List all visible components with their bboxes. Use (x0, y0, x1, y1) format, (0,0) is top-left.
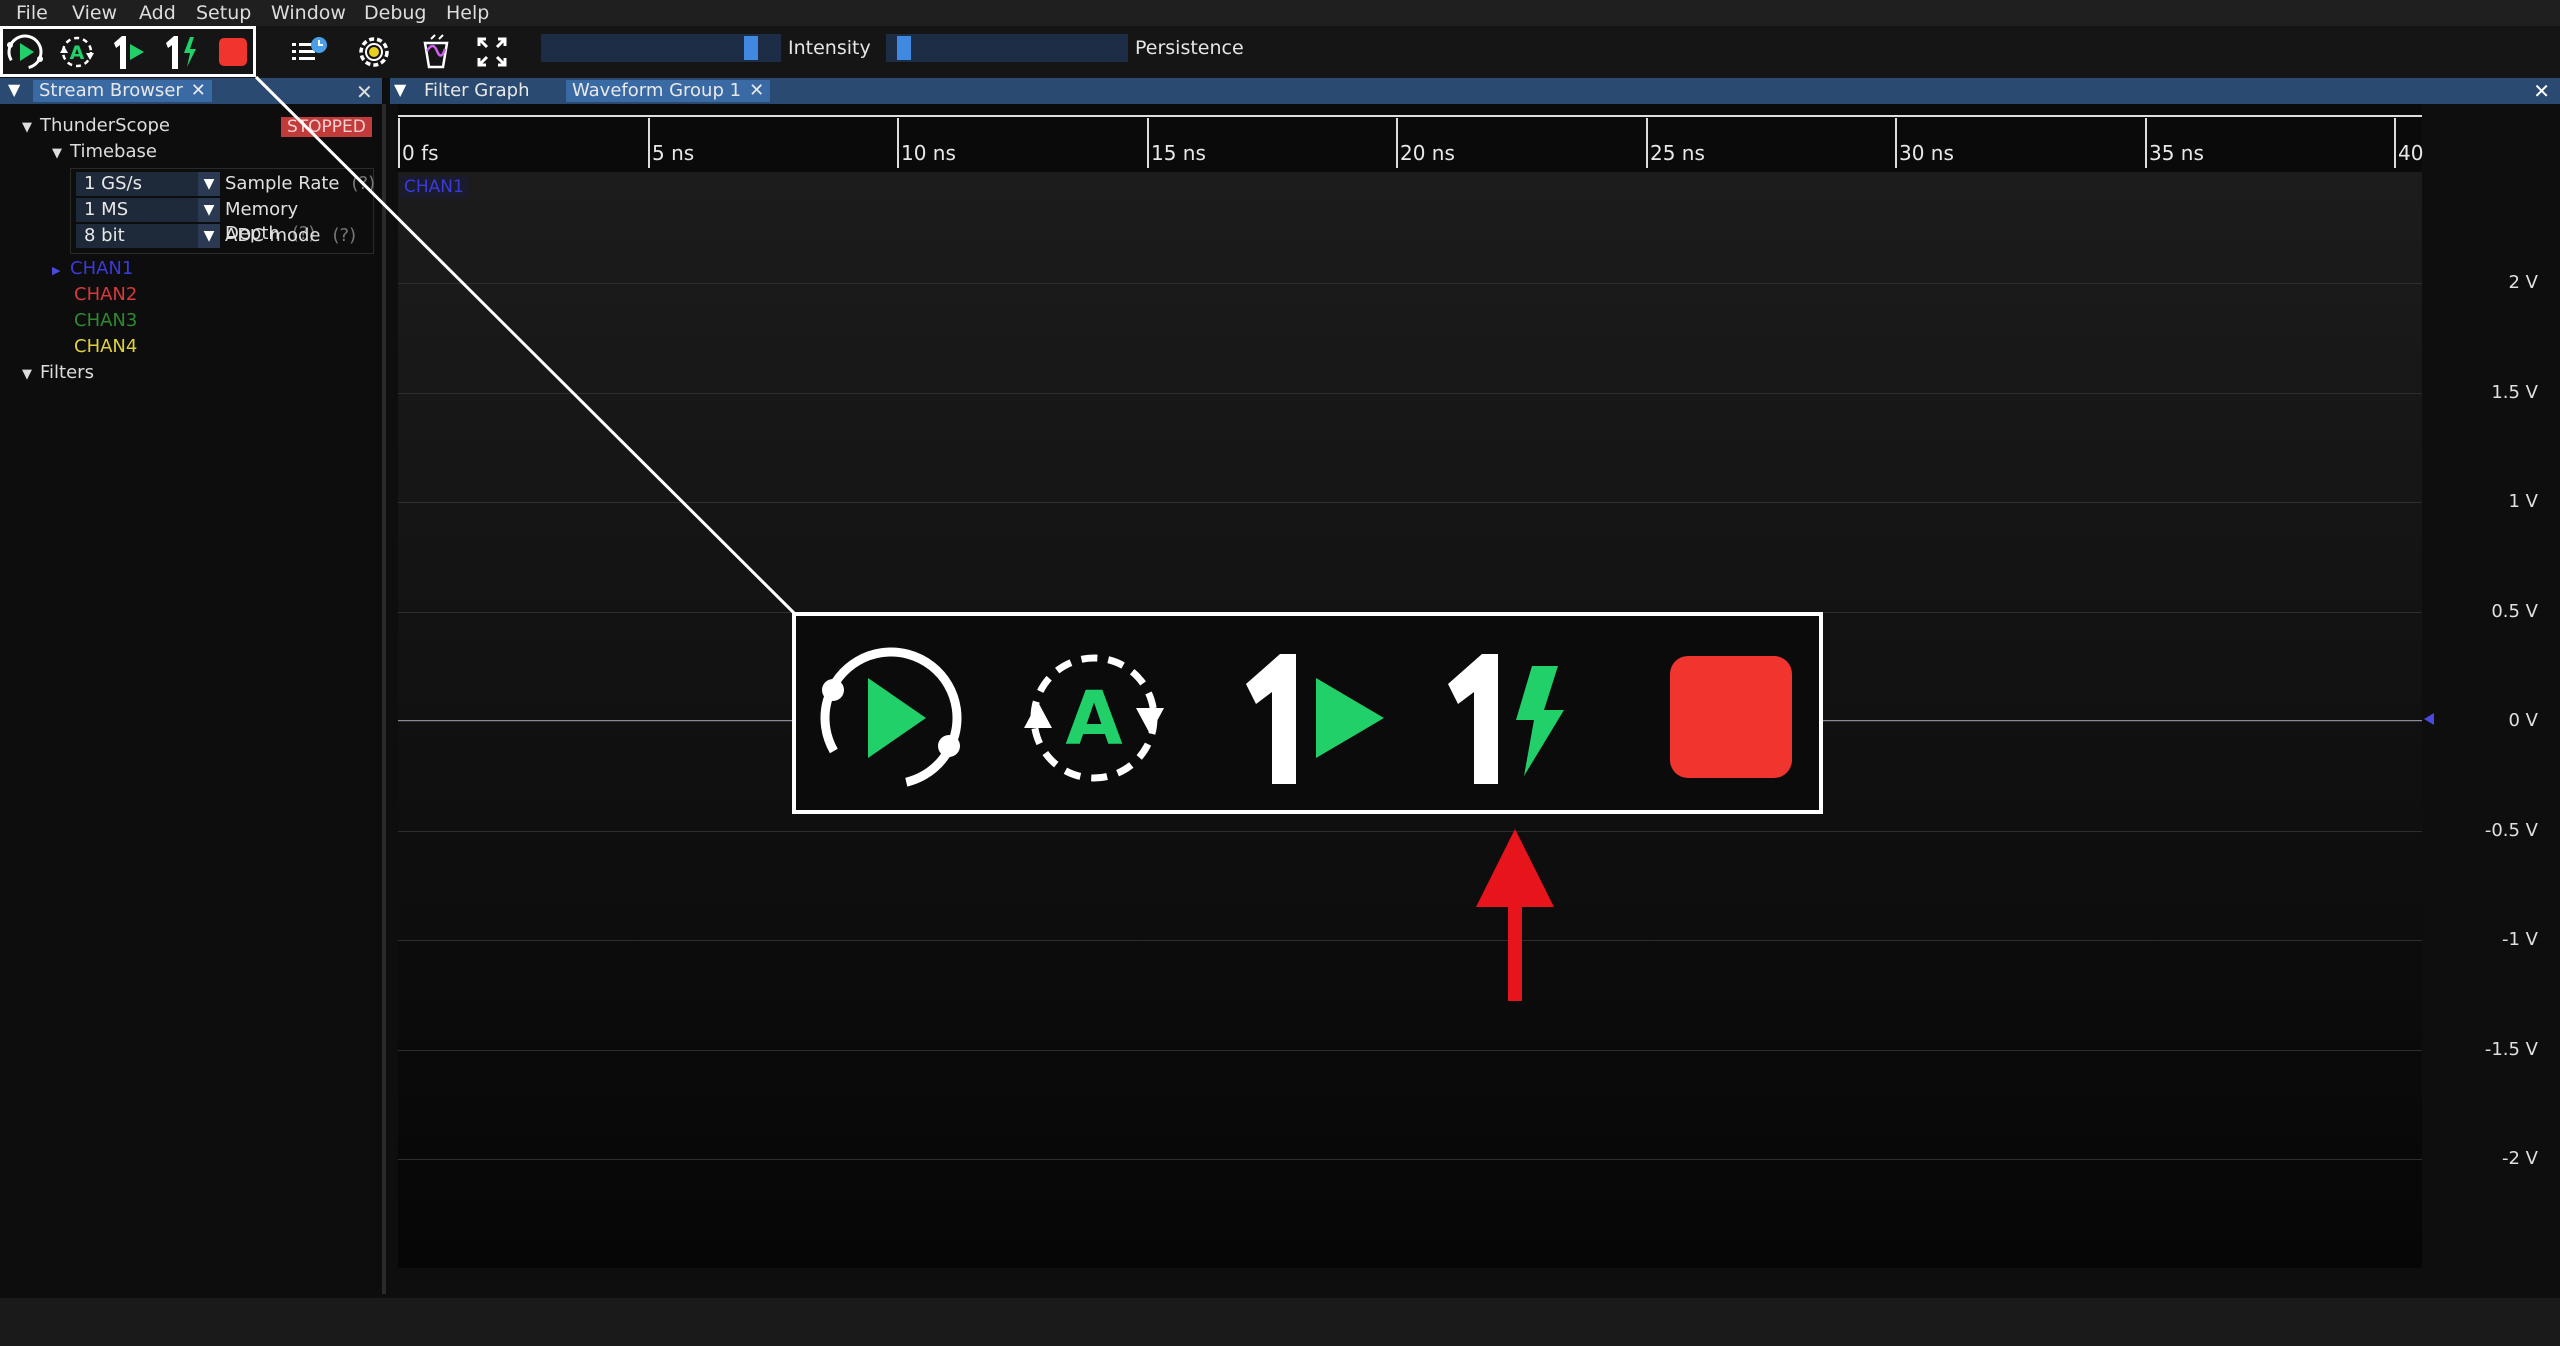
zoom-single-trigger-icon (1246, 654, 1384, 784)
zoom-force-trigger-icon (1448, 654, 1564, 784)
zoom-trigger-run-icon (820, 647, 962, 789)
zoom-auto-trigger-icon: A (1024, 654, 1164, 782)
zoom-callout: A (792, 612, 1823, 814)
zoom-stop-trigger-icon (1670, 656, 1792, 778)
annotation-arrow-icon (1476, 829, 1554, 1001)
zoomed-trigger-buttons: A (820, 647, 1792, 789)
svg-text:A: A (1065, 676, 1122, 762)
